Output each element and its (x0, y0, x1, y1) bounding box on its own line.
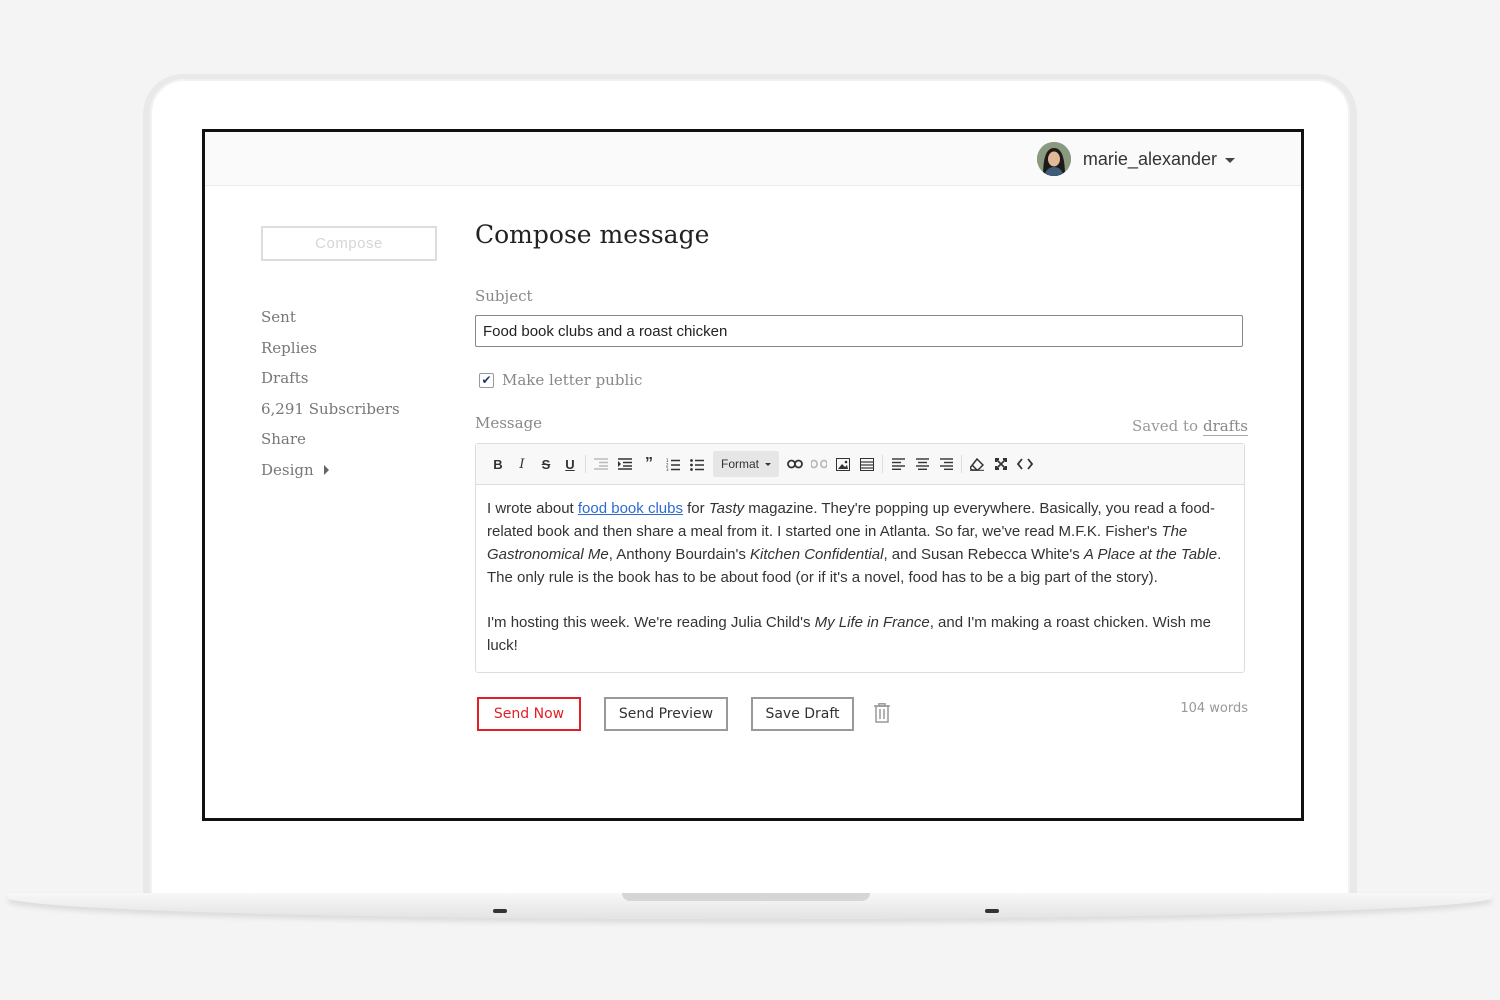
app-screen: marie_alexander Compose Sent Replies Dra… (202, 129, 1304, 821)
avatar (1036, 142, 1071, 176)
sidebar-item-subscribers[interactable]: 6,291 Subscribers (261, 394, 400, 425)
public-checkbox-row[interactable]: ✔ Make letter public (479, 371, 642, 389)
source-code-icon[interactable] (1013, 452, 1037, 476)
toolbar-divider (882, 455, 884, 473)
italic-text: A Place at the Table (1083, 546, 1218, 563)
sidebar-item-label: 6,291 Subscribers (261, 399, 400, 418)
sidebar-item-label: Drafts (261, 369, 309, 388)
subject-label: Subject (475, 287, 533, 305)
align-center-icon[interactable] (910, 452, 934, 476)
strikethrough-icon[interactable]: S (534, 452, 558, 476)
sidebar-item-label: Design (261, 460, 314, 479)
fullscreen-icon[interactable] (989, 452, 1013, 476)
format-dropdown[interactable]: Format (713, 451, 780, 477)
text-span: , Anthony Bourdain's (608, 546, 751, 563)
chevron-right-icon (323, 464, 329, 475)
message-editor: B I S U ” 123 Format I wrote about food … (475, 443, 1245, 673)
compose-button[interactable]: Compose (261, 226, 437, 261)
underline-icon[interactable]: U (558, 452, 582, 476)
page-title: Compose message (475, 220, 710, 249)
editor-toolbar: B I S U ” 123 Format (476, 444, 1244, 485)
text-span: , and Susan Rebecca White's (883, 546, 1084, 563)
laptop-foot (985, 909, 999, 913)
table-icon[interactable] (855, 452, 879, 476)
bold-icon[interactable]: B (486, 452, 510, 476)
numbered-list-icon[interactable]: 123 (661, 452, 685, 476)
saved-status: Saved to drafts (1132, 417, 1248, 436)
sidebar-item-label: Sent (261, 308, 296, 327)
message-label: Message (475, 414, 543, 432)
food-book-clubs-link[interactable]: food book clubs (578, 500, 683, 517)
laptop-notch (622, 893, 870, 901)
italic-text: Tasty (708, 500, 745, 517)
sidebar-item-drafts[interactable]: Drafts (261, 363, 400, 394)
user-menu[interactable]: marie_alexander (1036, 142, 1235, 176)
send-preview-button[interactable]: Send Preview (604, 697, 728, 731)
laptop-foot (493, 909, 507, 913)
drafts-link[interactable]: drafts (1203, 417, 1248, 436)
saved-prefix: Saved to (1132, 417, 1198, 435)
sidebar-item-share[interactable]: Share (261, 424, 400, 455)
outdent-icon[interactable] (589, 452, 613, 476)
italic-text: Kitchen Confidential (750, 546, 884, 563)
message-paragraph: I wrote about food book clubs for Tasty … (487, 497, 1233, 589)
unlink-icon[interactable] (807, 452, 831, 476)
italic-icon[interactable]: I (510, 452, 534, 476)
italic-text: My Life in France (814, 614, 930, 631)
link-icon[interactable] (783, 452, 807, 476)
message-body[interactable]: I wrote about food book clubs for Tasty … (476, 485, 1244, 657)
bulleted-list-icon[interactable] (685, 452, 709, 476)
sidebar-item-replies[interactable]: Replies (261, 333, 400, 364)
format-dropdown-label: Format (721, 457, 760, 471)
svg-text:3: 3 (666, 467, 669, 471)
public-checkbox[interactable]: ✔ (479, 372, 494, 388)
public-checkbox-label: Make letter public (502, 371, 643, 389)
text-span: for (682, 500, 709, 517)
toolbar-divider (585, 455, 586, 473)
toolbar-divider (961, 455, 963, 473)
indent-icon[interactable] (613, 452, 637, 476)
clear-format-icon[interactable] (965, 452, 989, 476)
blockquote-icon[interactable]: ” (637, 452, 661, 476)
align-right-icon[interactable] (934, 452, 958, 476)
top-bar: marie_alexander (205, 132, 1301, 186)
sidebar-item-design[interactable]: Design (261, 455, 400, 486)
chevron-down-icon (1225, 158, 1235, 163)
trash-icon[interactable] (873, 703, 891, 723)
sidebar-nav: Sent Replies Drafts 6,291 Subscribers Sh… (261, 302, 400, 485)
image-icon[interactable] (831, 452, 855, 476)
word-count: 104 words (1180, 701, 1248, 716)
sidebar-item-sent[interactable]: Sent (261, 302, 400, 333)
text-span: I wrote about (487, 500, 578, 517)
chevron-down-icon (765, 462, 772, 466)
align-left-icon[interactable] (886, 452, 910, 476)
username: marie_alexander (1082, 148, 1217, 169)
send-now-button[interactable]: Send Now (477, 697, 581, 731)
sidebar-item-label: Share (261, 430, 306, 449)
text-span: I'm hosting this week. We're reading Jul… (487, 614, 815, 631)
save-draft-button[interactable]: Save Draft (751, 697, 854, 731)
message-paragraph: I'm hosting this week. We're reading Jul… (487, 611, 1233, 657)
sidebar-item-label: Replies (261, 338, 317, 357)
subject-input[interactable]: Food book clubs and a roast chicken (475, 315, 1243, 347)
